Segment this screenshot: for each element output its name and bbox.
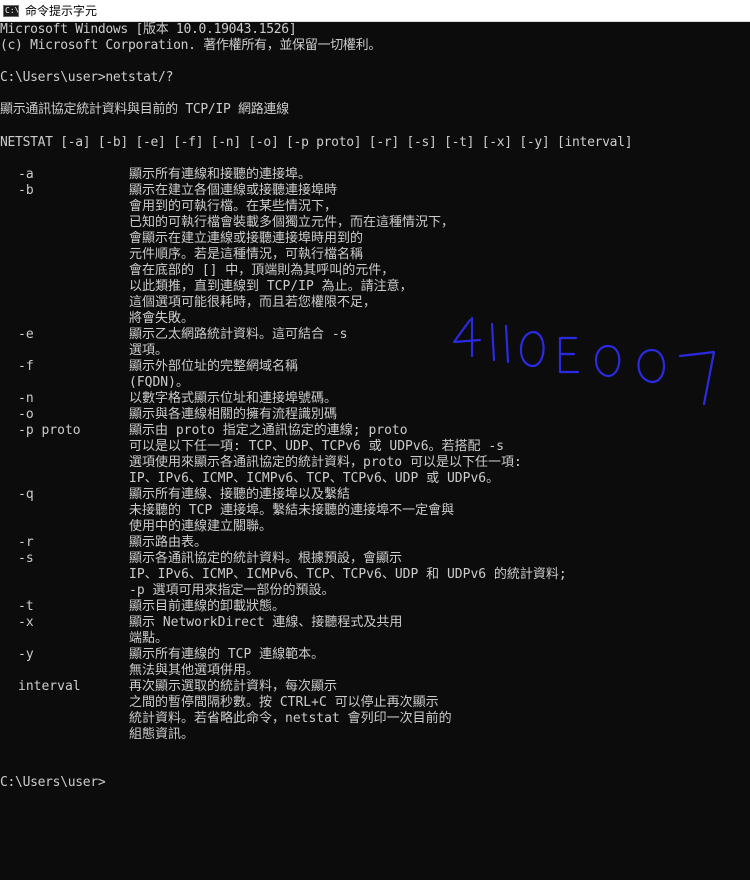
option-description-line: 端點。 — [129, 631, 169, 646]
option-flag: -x — [18, 615, 34, 630]
option-description-line: 顯示所有連線和接聽的連接埠。 — [129, 167, 312, 182]
option-description-line: 會顯示在建立連線或接聽連接埠時用到的 — [129, 231, 364, 246]
option-description-line: 使用中的連線建立關聯。 — [129, 519, 273, 534]
option-flag: -f — [18, 359, 34, 374]
option-description-line: 以此類推，直到連線到 TCP/IP 為止。請注意， — [129, 279, 413, 294]
copyright-line: (c) Microsoft Corporation. 著作權所有，並保留一切權利… — [0, 38, 382, 53]
option-description-line: (FQDN)。 — [129, 375, 189, 390]
option-description-line: 可以是以下任一項: TCP、UDP、TCPv6 或 UDPv6。若搭配 -s — [129, 439, 505, 454]
window-title: 命令提示字元 — [25, 4, 98, 18]
option-description-line: 再次顯示選取的統計資料，每次顯示 — [129, 679, 338, 694]
option-flag: -r — [18, 535, 34, 550]
option-description-line: 顯示各通訊協定的統計資料。根據預設，會顯示 — [129, 551, 403, 566]
option-description-line: 無法與其他選項併用。 — [129, 663, 260, 678]
cmd-icon: C:\ — [3, 4, 19, 17]
version-line: Microsoft Windows [版本 10.0.19043.1526] — [0, 22, 297, 37]
option-flag: interval — [18, 679, 81, 694]
option-flag: -y — [18, 647, 34, 662]
command-line: C:\Users\user>netstat/? — [0, 70, 174, 85]
option-flag: -n — [18, 391, 34, 406]
option-description-line: 顯示路由表。 — [129, 535, 208, 550]
option-description-line: 顯示由 proto 指定之通訊協定的連線; proto — [129, 423, 408, 438]
option-flag: -q — [18, 487, 34, 502]
usage-line: NETSTAT [-a] [-b] [-e] [-f] [-n] [-o] [-… — [0, 135, 633, 150]
option-description-line: 統計資料。若省略此命令，netstat 會列印一次目前的 — [129, 711, 452, 726]
prompt-line[interactable]: C:\Users\user> — [0, 775, 106, 791]
option-description-line: IP、IPv6、ICMP、ICMPv6、TCP、TCPv6、UDP 或 UDPv… — [129, 471, 500, 486]
handwritten-annotation — [452, 316, 716, 406]
option-description-line: -p 選項可用來指定一部份的預設。 — [129, 583, 335, 598]
option-description-line: 顯示 NetworkDirect 連線、接聽程式及共用 — [129, 615, 403, 630]
option-description-line: 以數字格式顯示位址和連接埠號碼。 — [129, 391, 338, 406]
option-description-line: 顯示與各連線相關的擁有流程識別碼 — [129, 407, 338, 422]
option-flag: -p proto — [18, 423, 81, 438]
option-description-line: 元件順序。若是這種情況，可執行檔名稱 — [129, 247, 364, 262]
option-description-line: 會在底部的 [] 中，頂端則為其呼叫的元件， — [129, 263, 395, 278]
option-description-line: 顯示外部位址的完整網域名稱 — [129, 359, 299, 374]
option-flag: -t — [18, 599, 34, 614]
option-description-line: 選項使用來顯示各通訊協定的統計資料，proto 可以是以下任一項: — [129, 455, 522, 470]
description-line: 顯示通訊協定統計資料與目前的 TCP/IP 網路連線 — [0, 102, 289, 117]
console-output[interactable]: Microsoft Windows [版本 10.0.19043.1526] (… — [0, 22, 750, 880]
option-description-line: 這個選項可能很耗時，而且若您權限不足， — [129, 295, 377, 310]
option-description-line: 組態資訊。 — [129, 727, 195, 742]
option-description-line: 選項。 — [129, 343, 169, 358]
option-description-line: 顯示所有連線、接聽的連接埠以及繫結 — [129, 487, 351, 502]
option-description-line: 已知的可執行檔會裝載多個獨立元件，而在這種情況下， — [129, 215, 455, 230]
option-flag: -e — [18, 327, 34, 342]
option-description-line: 未接聽的 TCP 連接埠。繫結未接聽的連接埠不一定會與 — [129, 503, 455, 518]
title-bar[interactable]: C:\ 命令提示字元 — [0, 0, 750, 22]
option-description-line: IP、IPv6、ICMP、ICMPv6、TCP、TCPv6、UDP 和 UDPv… — [129, 567, 567, 582]
option-description-line: 之間的暫停間隔秒數。按 CTRL+C 可以停止再次顯示 — [129, 695, 439, 710]
option-flag: -o — [18, 407, 34, 422]
option-flag: -s — [18, 551, 34, 566]
option-flag: -a — [18, 167, 34, 182]
option-description-line: 將會失敗。 — [129, 311, 195, 326]
option-description-line: 顯示目前連線的卸載狀態。 — [129, 599, 286, 614]
option-description-line: 顯示所有連線的 TCP 連線範本。 — [129, 647, 325, 662]
option-description-line: 會用到的可執行檔。在某些情況下， — [129, 199, 338, 214]
option-flag: -b — [18, 183, 34, 198]
option-description-line: 顯示在建立各個連線或接聽連接埠時 — [129, 183, 338, 198]
option-description-line: 顯示乙太網路統計資料。這可結合 -s — [129, 327, 348, 342]
